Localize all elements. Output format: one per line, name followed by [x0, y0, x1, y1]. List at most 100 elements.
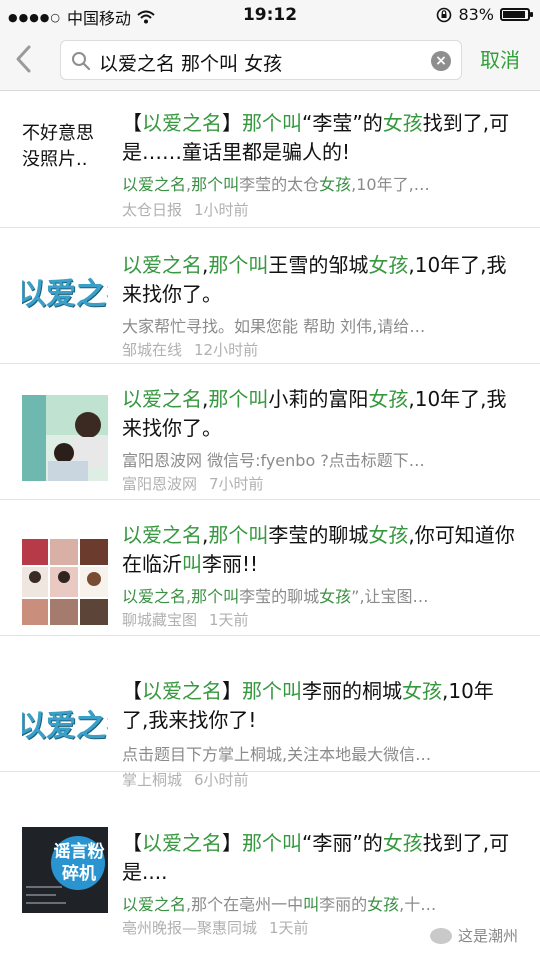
result-time: 1天前	[269, 919, 309, 937]
keyword-highlight: 以爱之名	[122, 175, 187, 194]
result-snippet: 大家帮忙寻找。如果您能 帮助 刘伟,请给…	[122, 313, 518, 337]
keyword-highlight: 女孩	[319, 175, 352, 194]
keyword-highlight: 那个叫	[191, 587, 240, 606]
text-segment: 富阳恩波网 微信号:fyenbo ?点击标题下…	[122, 451, 425, 470]
result-source: 富阳恩波网	[122, 475, 198, 493]
result-source: 邹城在线	[122, 341, 183, 359]
keyword-highlight: 那个叫	[242, 831, 302, 855]
keyword-highlight: 那个叫	[208, 387, 269, 411]
list-item[interactable]: 不好意思没照片.. 【以爱之名】那个叫“李莹”的女孩找到了,可是……童话里都是骗…	[0, 91, 540, 228]
thumbnail-text: 以爱之名	[22, 277, 108, 312]
text-segment: 李莹的太仓	[239, 175, 320, 194]
battery-icon	[500, 8, 533, 21]
status-bar: ●●●●○ 中国移动 19:12 83%	[0, 0, 540, 30]
keyword-highlight: 以爱之名	[142, 679, 222, 703]
list-item[interactable]: 以爱之名,那个叫小莉的富阳女孩,10年了,我来找你了。 富阳恩波网 微信号:fy…	[0, 363, 540, 500]
keyword-highlight: 以爱之名	[122, 895, 187, 914]
search-header: 以爱之名 那个叫 女孩 × 取消	[0, 30, 540, 91]
keyword-highlight: 女孩	[368, 387, 409, 411]
search-query[interactable]: 以爱之名 那个叫 女孩	[99, 49, 282, 76]
result-snippet: 以爱之名,那个叫李莹的聊城女孩”,让宝图…	[122, 583, 518, 607]
keyword-highlight: 叫	[182, 552, 202, 576]
result-snippet: 以爱之名,那个叫李莹的太仓女孩,10年了,…	[122, 171, 518, 195]
result-title[interactable]: 【以爱之名】那个叫李丽的桐城女孩,10年了,我来找你了!	[122, 677, 518, 735]
result-meta: 富阳恩波网 7小时前	[122, 473, 264, 494]
keyword-highlight: 以爱之名	[122, 387, 202, 411]
result-title[interactable]: 以爱之名,那个叫李莹的聊城女孩,你可知道你在临沂叫李丽!!	[122, 521, 518, 579]
text-segment: 李丽的	[319, 895, 368, 914]
result-title[interactable]: 【以爱之名】那个叫“李莹”的女孩找到了,可是……童话里都是骗人的!	[122, 109, 518, 167]
result-time: 7小时前	[209, 475, 264, 493]
result-source: 太仓日报	[122, 201, 183, 219]
text-segment: 王雪的邹城	[268, 253, 369, 277]
text-segment: 李莹的聊城	[268, 523, 369, 547]
result-source: 掌上桐城	[122, 771, 183, 789]
result-title[interactable]: 以爱之名,那个叫小莉的富阳女孩,10年了,我来找你了。	[122, 385, 518, 443]
keyword-highlight: 女孩	[402, 679, 442, 703]
text-segment: 】	[222, 111, 242, 135]
keyword-highlight: 那个叫	[191, 175, 240, 194]
list-item[interactable]: 以爱之名,那个叫李莹的聊城女孩,你可知道你在临沂叫李丽!! 以爱之名,那个叫李莹…	[0, 499, 540, 636]
result-source: 聊城藏宝图	[122, 611, 198, 629]
list-item[interactable]: 以爱之名 以爱之名,那个叫王雪的邹城女孩,10年了,我来找你了。 大家帮忙寻找。…	[0, 227, 540, 364]
orientation-lock-icon	[437, 7, 452, 22]
text-segment: 】	[222, 831, 242, 855]
result-snippet: 点击题目下方掌上桐城,关注本地最大微信…	[122, 741, 518, 765]
battery-level	[503, 11, 525, 18]
result-source: 亳州晚报—聚惠同城	[122, 919, 258, 937]
text-segment: 李丽的桐城	[302, 679, 402, 703]
result-title[interactable]: 以爱之名,那个叫王雪的邹城女孩,10年了,我来找你了。	[122, 251, 518, 309]
text-segment: 大家帮忙寻找。如果您能 帮助 刘伟,请给…	[122, 317, 426, 336]
text-segment: ,十…	[399, 895, 437, 914]
thumbnail	[22, 539, 108, 625]
thumbnail: 以爱之名	[22, 677, 108, 763]
search-input[interactable]: 以爱之名 那个叫 女孩 ×	[60, 40, 462, 80]
thumbnail-text: 不好意思没照片..	[22, 123, 94, 170]
watermark-text: 这是潮州	[457, 927, 518, 945]
thumbnail-text: 谣言粉碎机	[53, 842, 105, 884]
list-item[interactable]: 以爱之名 【以爱之名】那个叫李丽的桐城女孩,10年了,我来找你了! 点击题目下方…	[0, 635, 540, 789]
thumbnail: 以爱之名	[22, 245, 108, 331]
text-segment: 【	[122, 831, 142, 855]
result-time: 1天前	[209, 611, 249, 629]
result-time: 1小时前	[194, 201, 249, 219]
result-time: 12小时前	[194, 341, 259, 359]
keyword-highlight: 那个叫	[208, 253, 269, 277]
text-segment: 点击题目下方掌上桐城,关注本地最大微信…	[122, 745, 432, 764]
result-meta: 掌上桐城 6小时前	[122, 769, 249, 790]
text-segment: 李莹的聊城	[239, 587, 320, 606]
result-meta: 聊城藏宝图 1天前	[122, 609, 249, 630]
keyword-highlight: 女孩	[368, 523, 409, 547]
keyword-highlight: 女孩	[367, 895, 400, 914]
clear-icon[interactable]: ×	[431, 51, 451, 71]
result-title[interactable]: 【以爱之名】那个叫“李丽”的女孩找到了,可是....	[122, 829, 518, 887]
thumbnail-image	[22, 539, 108, 625]
watermark: 这是潮州	[429, 925, 518, 946]
keyword-highlight: 以爱之名	[122, 523, 202, 547]
keyword-highlight: 那个叫	[242, 679, 302, 703]
keyword-highlight: 那个叫	[208, 523, 269, 547]
keyword-highlight: 女孩	[382, 831, 423, 855]
result-meta: 邹城在线 12小时前	[122, 339, 258, 360]
text-segment: 【	[122, 111, 142, 135]
keyword-highlight: 女孩	[319, 587, 352, 606]
keyword-highlight: 以爱之名	[122, 587, 187, 606]
result-snippet: 富阳恩波网 微信号:fyenbo ?点击标题下…	[122, 447, 518, 471]
text-segment: 】	[222, 679, 242, 703]
back-button[interactable]	[14, 44, 44, 76]
thumbnail: 不好意思没照片..	[22, 113, 108, 199]
keyword-highlight: 以爱之名	[122, 253, 202, 277]
keyword-highlight: 女孩	[382, 111, 423, 135]
text-segment: 小莉的富阳	[268, 387, 369, 411]
text-segment: ,那个在亳州一中	[186, 895, 304, 914]
thumbnail-text: 以爱之名	[22, 709, 108, 744]
text-segment: ,10年了,…	[351, 175, 430, 194]
cancel-button[interactable]: 取消	[480, 44, 520, 73]
text-segment: 李丽!!	[202, 552, 259, 576]
battery-percent: 83%	[458, 5, 494, 24]
thumbnail-image	[22, 395, 108, 481]
keyword-highlight: 女孩	[368, 253, 409, 277]
text-segment: ”,让宝图…	[351, 587, 429, 606]
result-time: 6小时前	[194, 771, 249, 789]
keyword-highlight: 以爱之名	[142, 831, 222, 855]
